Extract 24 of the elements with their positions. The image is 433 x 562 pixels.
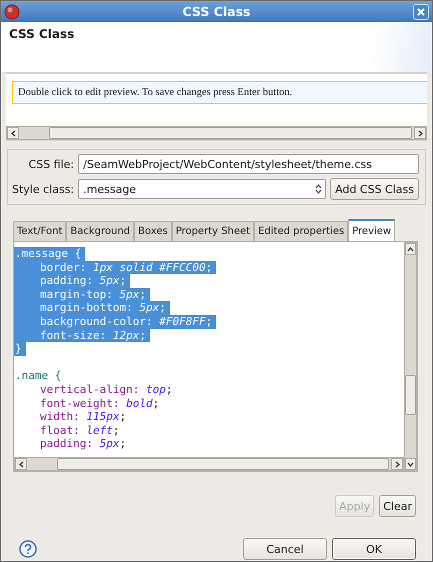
field-label: Style class: xyxy=(12,182,74,196)
tab[interactable]: Text/Font xyxy=(13,221,66,241)
tab[interactable]: Edited properties xyxy=(254,221,348,241)
action-button[interactable]: Clear xyxy=(379,495,416,517)
scrollbar-thumb[interactable] xyxy=(405,375,416,415)
tab[interactable]: Preview xyxy=(348,219,396,241)
tab[interactable]: Boxes xyxy=(134,221,172,241)
window-title: CSS Class xyxy=(182,4,252,19)
css-file-field[interactable]: /SeamWebProject/WebContent/stylesheet/theme.css xyxy=(78,154,419,174)
app-icon xyxy=(4,4,20,20)
tab[interactable]: Background xyxy=(66,221,134,241)
add-class-button[interactable]: Add CSS Class xyxy=(330,178,419,200)
spinner-arrows-icon xyxy=(314,183,324,195)
help-icon[interactable] xyxy=(19,540,37,558)
tab[interactable]: Property Sheet xyxy=(172,221,254,241)
close-icon xyxy=(417,8,425,16)
vertical-scrollbar[interactable] xyxy=(405,243,416,470)
dialog-heading: CSS Class xyxy=(9,27,74,41)
dialog-button[interactable]: Cancel xyxy=(243,538,327,560)
preview-message: Double click to edit preview. To save changes press Enter button. xyxy=(12,81,427,104)
dialog-button[interactable]: OK xyxy=(332,538,416,560)
field-label: CSS file: xyxy=(28,158,74,170)
style-class-dropdown[interactable]: .message xyxy=(78,179,326,199)
close-button[interactable] xyxy=(413,4,429,20)
